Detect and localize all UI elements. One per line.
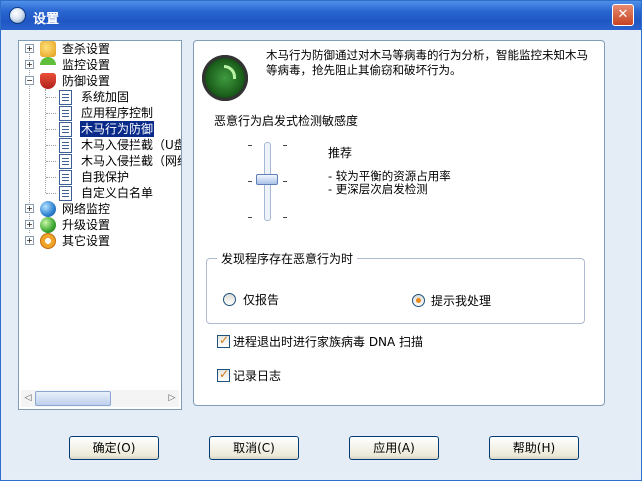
tree-label: 监控设置 [62,58,111,72]
radar-icon [202,55,248,101]
tree-horizontal-scrollbar[interactable]: ◁ ▷ [21,390,179,407]
ok-button[interactable]: 确定(O) [69,436,159,460]
malicious-action-group: 发现程序存在恶意行为时 仅报告 提示我处理 [206,250,585,324]
tree-label: 木马入侵拦截（网络 [81,154,181,168]
tree-label: 网络监控 [62,202,111,216]
log-checkbox[interactable] [217,367,230,382]
level-description: - 较为平衡的资源占用率 - 更深层次启发检测 [328,170,451,196]
scroll-thumb[interactable] [35,391,111,406]
tree-item-upgrade-settings[interactable]: + 升级设置 [19,217,181,233]
slider-tick [248,181,252,182]
expand-toggle[interactable]: + [25,236,34,245]
tree-item-monitor-settings[interactable]: + 监控设置 [19,57,181,73]
scroll-left-icon[interactable]: ◁ [22,392,34,405]
umbrella-icon [40,57,56,73]
cancel-button[interactable]: 取消(C) [209,436,299,460]
doc-icon [59,154,72,169]
doc-icon [59,90,72,105]
expand-toggle[interactable]: + [25,220,34,229]
radio-prompt-me[interactable] [412,294,425,307]
slider-tick [283,217,287,218]
tree-item-custom-whitelist[interactable]: 自定义白名单 [19,185,181,201]
level-desc-line: - 更深层次启发检测 [328,182,428,196]
tree-item-scan-settings[interactable]: + 查杀设置 [19,41,181,57]
upgrade-icon [40,217,56,233]
doc-icon [59,138,72,153]
help-button[interactable]: 帮助(H) [489,436,579,460]
app-icon [9,7,26,24]
collapse-toggle[interactable]: − [25,76,34,85]
dialog-body: + 查杀设置 + 监控设置 − 防御设置 系统加固 应用程序控制 木马行为防御 … [5,30,637,478]
tree-label-selected: 木马行为防御 [80,121,155,137]
tree-item-trojan-behavior-defense[interactable]: 木马行为防御 [19,121,181,137]
tree-item-network-intrusion[interactable]: 木马入侵拦截（网络 [19,153,181,169]
tree-label: 防御设置 [62,74,111,88]
apply-button[interactable]: 应用(A) [349,436,439,460]
sensitivity-slider-thumb[interactable] [256,174,278,185]
shield-icon [40,73,56,89]
radio-report-only[interactable] [223,293,236,306]
settings-tree[interactable]: + 查杀设置 + 监控设置 − 防御设置 系统加固 应用程序控制 木马行为防御 … [18,40,182,410]
tree-label: 自我保护 [81,170,130,184]
settings-window: 设置 ✕ + 查杀设置 + 监控设置 − 防御设置 系统加固 应用程序控制 木马… [0,0,642,481]
radio-report-only-label[interactable]: 仅报告 [243,291,279,308]
doc-icon [59,122,72,137]
radio-prompt-me-label[interactable]: 提示我处理 [431,292,491,309]
expand-toggle[interactable]: + [25,204,34,213]
group-title: 发现程序存在恶意行为时 [217,250,358,267]
slider-tick [248,217,252,218]
doc-icon [59,170,72,185]
doc-icon [59,186,72,201]
panel-description: 木马行为防御通过对木马等病毒的行为分析，智能监控未知木马等病毒，抢先阻止其偷窃和… [266,48,588,77]
expand-toggle[interactable]: + [25,44,34,53]
tree-label: 其它设置 [62,234,111,248]
tree-item-usb-intrusion[interactable]: 木马入侵拦截（U盘 [19,137,181,153]
tree-item-app-control[interactable]: 应用程序控制 [19,105,181,121]
close-button[interactable]: ✕ [612,4,634,26]
dna-scan-checkbox[interactable] [217,333,230,348]
tree-label: 自定义白名单 [81,186,154,200]
expand-toggle[interactable]: + [25,60,34,69]
log-label[interactable]: 记录日志 [233,367,281,384]
tree-label: 升级设置 [62,218,111,232]
scroll-right-icon[interactable]: ▷ [166,392,178,405]
scan-icon [40,41,56,57]
tree-label: 木马入侵拦截（U盘 [81,138,181,152]
tree-label: 查杀设置 [62,42,111,56]
slider-tick [248,145,252,146]
globe-icon [40,201,56,217]
window-title: 设置 [33,12,60,27]
tree-label: 系统加固 [81,90,130,104]
tree-label: 应用程序控制 [81,106,154,120]
slider-tick [283,181,287,182]
tree-item-defense-settings[interactable]: − 防御设置 [19,73,181,89]
dna-scan-label[interactable]: 进程退出时进行家族病毒 DNA 扫描 [233,333,423,350]
slider-tick [283,145,287,146]
level-title: 推荐 [328,146,353,160]
doc-icon [59,106,72,121]
tree-item-system-hardening[interactable]: 系统加固 [19,89,181,105]
tree-item-network-monitor[interactable]: + 网络监控 [19,201,181,217]
tree-item-other-settings[interactable]: + 其它设置 [19,233,181,249]
gear-icon [40,233,56,249]
tree-item-self-protection[interactable]: 自我保护 [19,169,181,185]
title-bar[interactable]: 设置 ✕ [1,1,641,30]
sensitivity-title: 恶意行为启发式检测敏感度 [214,114,359,128]
trojan-defense-panel: 木马行为防御通过对木马等病毒的行为分析，智能监控未知木马等病毒，抢先阻止其偷窃和… [193,40,605,406]
